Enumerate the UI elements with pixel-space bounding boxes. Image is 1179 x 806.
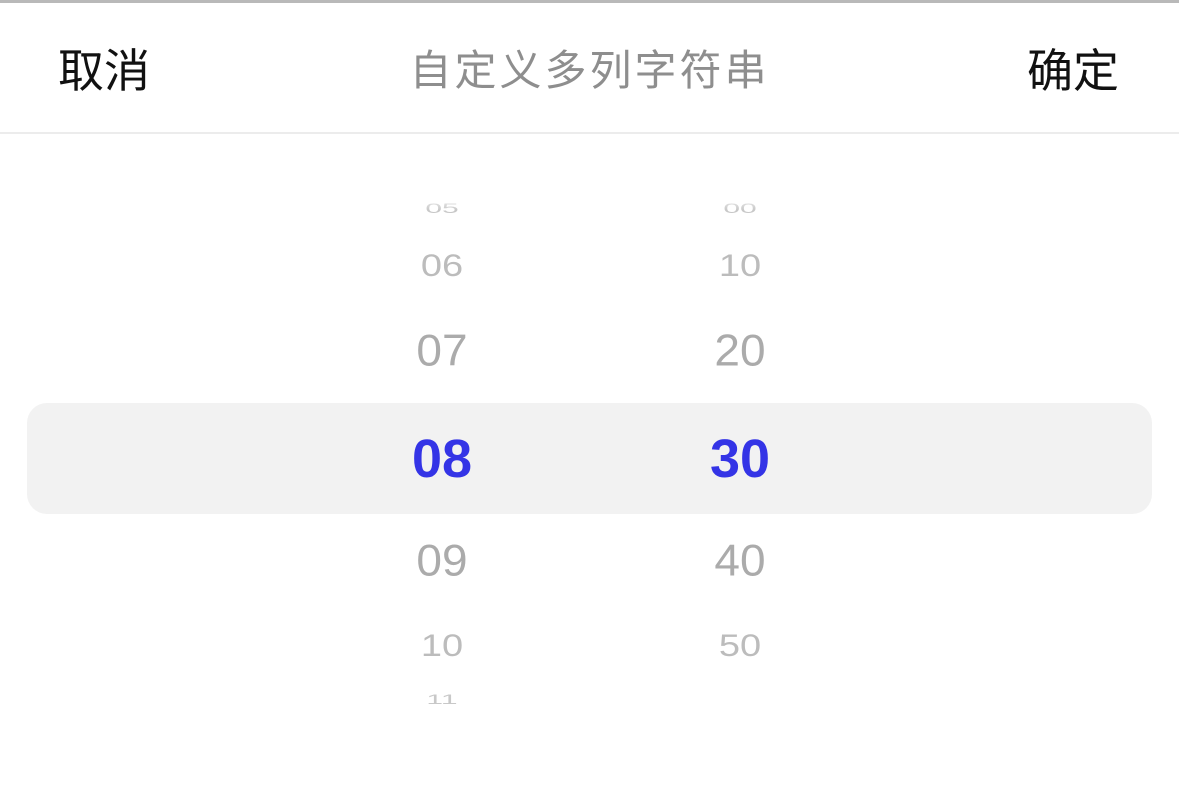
minute-option[interactable]: 00	[660, 200, 820, 218]
hour-option[interactable]: 05	[362, 200, 522, 218]
hour-option[interactable]: 10	[362, 626, 522, 665]
minute-option[interactable]: 50	[660, 626, 820, 665]
hour-option[interactable]: 07	[362, 321, 522, 379]
hour-option[interactable]: 11	[362, 691, 522, 709]
hour-option[interactable]: 06	[362, 246, 522, 285]
selection-highlight	[27, 403, 1152, 514]
minute-option[interactable]: 20	[660, 321, 820, 379]
picker-sheet: 取消 自定义多列字符串 确定 05 06 07 08 09 10 11 00 1…	[0, 0, 1179, 806]
minute-option[interactable]: 40	[660, 531, 820, 589]
picker-fade-top	[0, 194, 1179, 210]
confirm-button[interactable]: 确定	[1027, 43, 1119, 99]
picker-fade-bottom	[0, 720, 1179, 806]
minute-column[interactable]: 00 10 20 30 40 50	[660, 134, 820, 806]
multi-column-picker: 05 06 07 08 09 10 11 00 10 20 30 40 50	[0, 134, 1179, 806]
minute-option[interactable]: 10	[660, 246, 820, 285]
hour-column[interactable]: 05 06 07 08 09 10 11	[362, 134, 522, 806]
picker-title: 自定义多列字符串	[409, 46, 770, 95]
picker-toolbar: 取消 自定义多列字符串 确定	[0, 3, 1179, 132]
minute-option-selected[interactable]: 30	[660, 426, 820, 492]
hour-option-selected[interactable]: 08	[362, 426, 522, 492]
hour-option[interactable]: 09	[362, 531, 522, 589]
